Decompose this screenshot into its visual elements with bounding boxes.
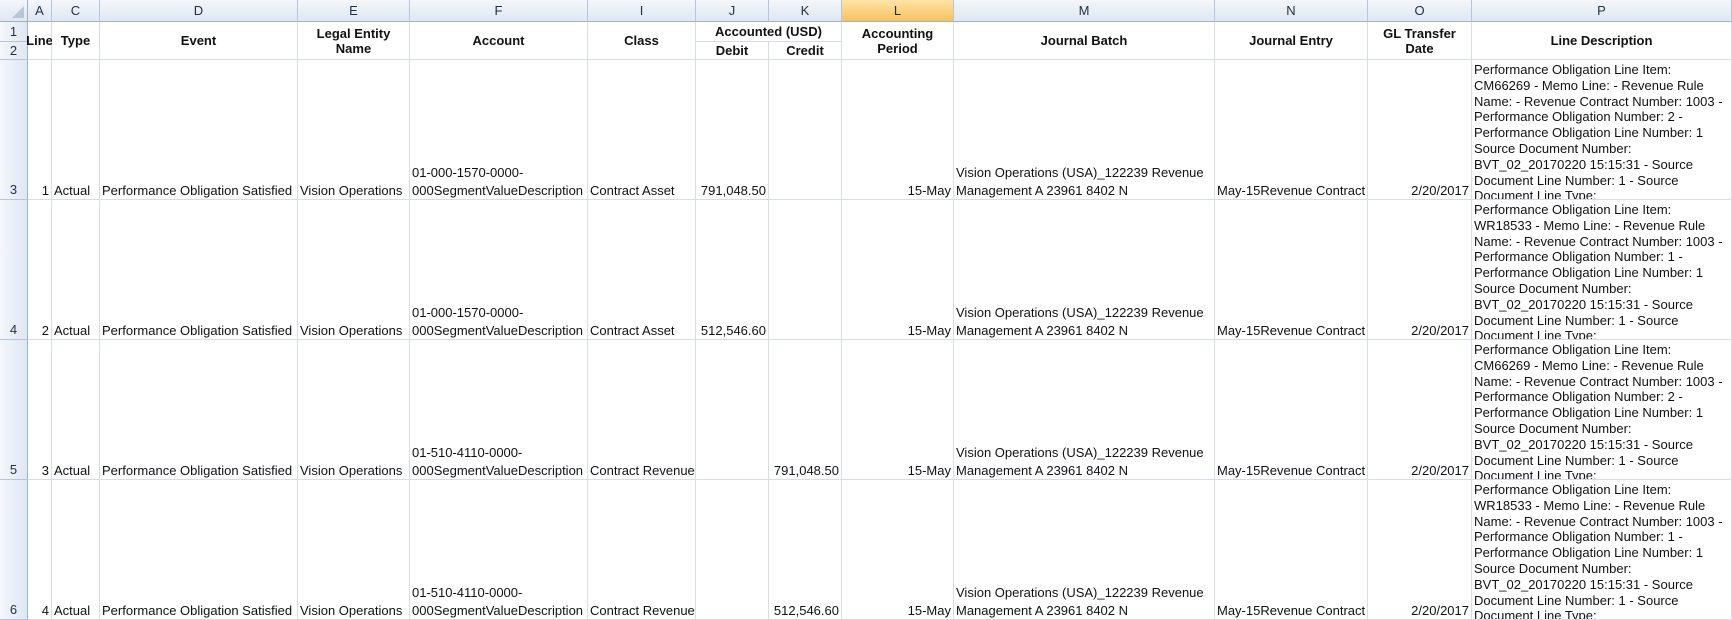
column-header-n[interactable]: N <box>1215 0 1368 22</box>
row-header-3[interactable]: 3 <box>0 60 28 200</box>
cell-line-description[interactable]: Performance Obligation Line Item: WR1853… <box>1472 200 1732 340</box>
cell-account[interactable]: 01-510-4110-0000- 000SegmentValueDescript… <box>410 480 588 620</box>
cell-account[interactable]: 01-000-1570-0000- 000SegmentValueDescript… <box>410 200 588 340</box>
cell-line-description[interactable]: Performance Obligation Line Item: WR1853… <box>1472 480 1732 620</box>
column-header-a[interactable]: A <box>28 0 52 22</box>
cell-type[interactable]: Actual <box>52 340 100 480</box>
cell-line[interactable]: 4 <box>28 480 52 620</box>
cell-type[interactable]: Actual <box>52 200 100 340</box>
cell-legal-entity[interactable]: Vision Operations <box>298 340 410 480</box>
cell-legal-entity[interactable]: Vision Operations <box>298 480 410 620</box>
column-header-p[interactable]: P <box>1472 0 1732 22</box>
header-class[interactable]: Class <box>588 22 696 60</box>
cell-event[interactable]: Performance Obligation Satisfied <box>100 60 298 200</box>
header-journal-batch[interactable]: Journal Batch <box>954 22 1215 60</box>
column-header-i[interactable]: I <box>588 0 696 22</box>
cell-journal-entry[interactable]: May-15Revenue Contract <box>1215 340 1368 480</box>
cell-credit[interactable]: 512,546.60 <box>769 480 842 620</box>
row-header-2[interactable]: 2 <box>0 42 28 60</box>
cell-debit[interactable]: 512,546.60 <box>696 200 769 340</box>
header-type[interactable]: Type <box>52 22 100 60</box>
cell-legal-entity[interactable]: Vision Operations <box>298 60 410 200</box>
header-accounted-usd[interactable]: Accounted (USD) <box>696 22 842 42</box>
spreadsheet-grid[interactable]: A C D E F I J K L M N O P 1 2 3 4 5 6 Li… <box>0 0 1732 620</box>
column-header-k[interactable]: K <box>769 0 842 22</box>
cell-line-description[interactable]: Performance Obligation Line Item: CM6626… <box>1472 340 1732 480</box>
column-header-j[interactable]: J <box>696 0 769 22</box>
cell-journal-batch[interactable]: Vision Operations (USA)_122239 Revenue Ma… <box>954 200 1215 340</box>
cell-journal-batch[interactable]: Vision Operations (USA)_122239 Revenue Ma… <box>954 480 1215 620</box>
header-line[interactable]: Line <box>26 22 53 60</box>
row-header-6[interactable]: 6 <box>0 480 28 620</box>
cell-debit[interactable] <box>696 480 769 620</box>
cell-journal-entry[interactable]: May-15Revenue Contract <box>1215 200 1368 340</box>
cell-account[interactable]: 01-510-4110-0000- 000SegmentValueDescript… <box>410 340 588 480</box>
cell-credit[interactable] <box>769 200 842 340</box>
cell-line[interactable]: 3 <box>28 340 52 480</box>
cell-debit[interactable] <box>696 340 769 480</box>
row-header-1[interactable]: 1 <box>0 22 28 42</box>
column-header-d[interactable]: D <box>100 0 298 22</box>
cell-credit[interactable] <box>769 60 842 200</box>
row-header-5[interactable]: 5 <box>0 340 28 480</box>
cell-line[interactable]: 1 <box>28 60 52 200</box>
cell-journal-entry[interactable]: May-15Revenue Contract <box>1215 60 1368 200</box>
cell-accounting-period[interactable]: 15-May <box>842 200 954 340</box>
cell-class[interactable]: Contract Asset <box>588 200 696 340</box>
column-header-f[interactable]: F <box>410 0 588 22</box>
cell-journal-batch[interactable]: Vision Operations (USA)_122239 Revenue Ma… <box>954 60 1215 200</box>
cell-accounting-period[interactable]: 15-May <box>842 480 954 620</box>
header-legal-entity[interactable]: Legal Entity Name <box>298 22 410 60</box>
cell-event[interactable]: Performance Obligation Satisfied <box>100 480 298 620</box>
cell-line[interactable]: 2 <box>28 200 52 340</box>
cell-credit[interactable]: 791,048.50 <box>769 340 842 480</box>
header-line-description[interactable]: Line Description <box>1472 22 1732 60</box>
column-header-o[interactable]: O <box>1368 0 1472 22</box>
cell-gl-transfer-date[interactable]: 2/20/2017 <box>1368 340 1472 480</box>
cell-debit[interactable]: 791,048.50 <box>696 60 769 200</box>
column-header-c[interactable]: C <box>52 0 100 22</box>
header-gl-transfer-date[interactable]: GL Transfer Date <box>1368 22 1472 60</box>
cell-class[interactable]: Contract Revenue <box>588 480 696 620</box>
cell-type[interactable]: Actual <box>52 60 100 200</box>
cell-account[interactable]: 01-000-1570-0000- 000SegmentValueDescript… <box>410 60 588 200</box>
header-event[interactable]: Event <box>100 22 298 60</box>
cell-journal-batch[interactable]: Vision Operations (USA)_122239 Revenue Ma… <box>954 340 1215 480</box>
cell-type[interactable]: Actual <box>52 480 100 620</box>
header-account[interactable]: Account <box>410 22 588 60</box>
header-journal-entry[interactable]: Journal Entry <box>1215 22 1368 60</box>
cell-accounting-period[interactable]: 15-May <box>842 340 954 480</box>
cell-legal-entity[interactable]: Vision Operations <box>298 200 410 340</box>
header-debit[interactable]: Debit <box>696 42 769 60</box>
column-header-e[interactable]: E <box>298 0 410 22</box>
cell-journal-entry[interactable]: May-15Revenue Contract <box>1215 480 1368 620</box>
cell-accounting-period[interactable]: 15-May <box>842 60 954 200</box>
cell-event[interactable]: Performance Obligation Satisfied <box>100 200 298 340</box>
column-header-l[interactable]: L <box>842 0 954 22</box>
cell-event[interactable]: Performance Obligation Satisfied <box>100 340 298 480</box>
cell-class[interactable]: Contract Revenue <box>588 340 696 480</box>
cell-gl-transfer-date[interactable]: 2/20/2017 <box>1368 480 1472 620</box>
cell-gl-transfer-date[interactable]: 2/20/2017 <box>1368 200 1472 340</box>
header-credit[interactable]: Credit <box>769 42 842 60</box>
select-all-corner[interactable] <box>0 0 28 22</box>
row-header-4[interactable]: 4 <box>0 200 28 340</box>
column-header-m[interactable]: M <box>954 0 1215 22</box>
cell-class[interactable]: Contract Asset <box>588 60 696 200</box>
cell-line-description[interactable]: Performance Obligation Line Item: CM6626… <box>1472 60 1732 200</box>
header-accounting-period[interactable]: Accounting Period <box>842 22 954 60</box>
cell-gl-transfer-date[interactable]: 2/20/2017 <box>1368 60 1472 200</box>
